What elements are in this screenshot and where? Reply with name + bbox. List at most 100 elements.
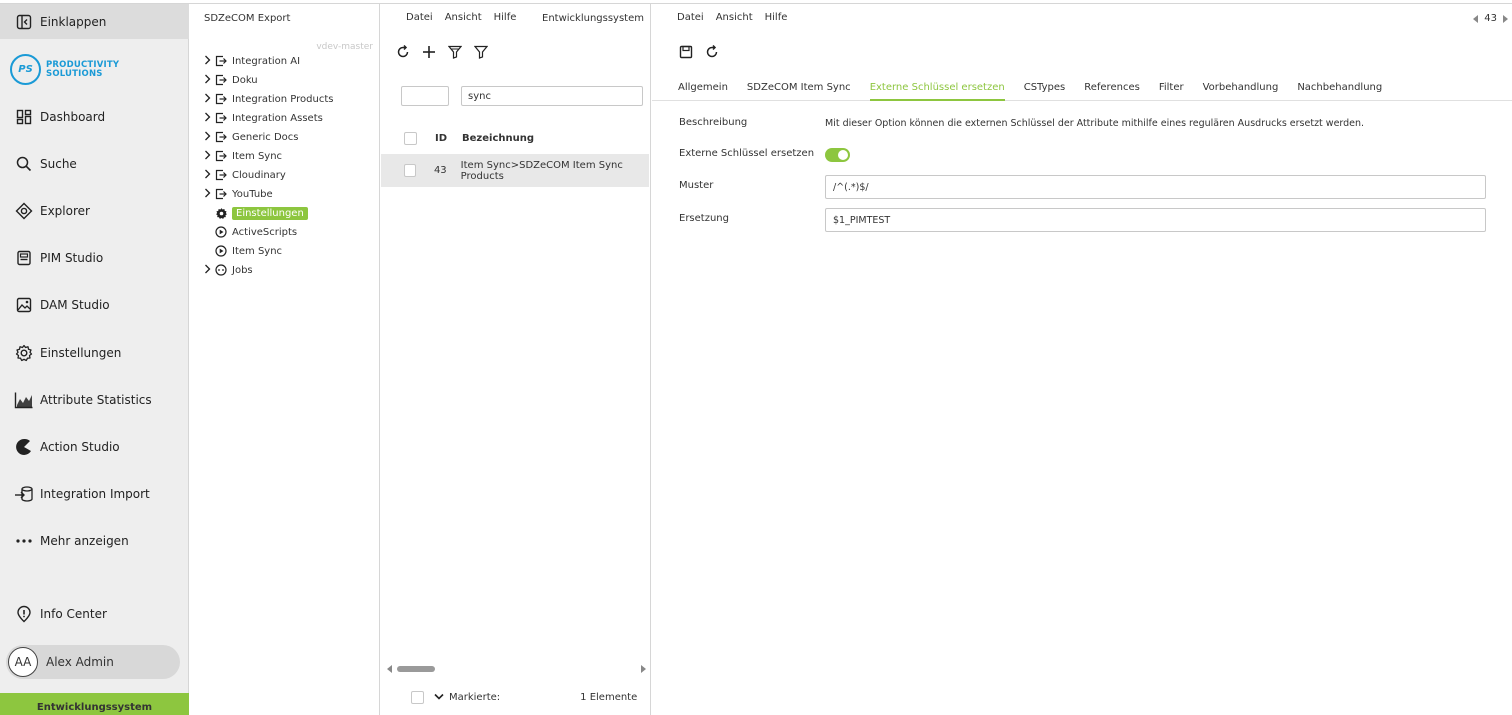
tree-item[interactable]: Einstellungen — [204, 204, 308, 222]
row-id: 43 — [433, 165, 447, 176]
chevron-right-icon[interactable] — [204, 93, 214, 106]
table-row[interactable]: 43 Item Sync>SDZeCOM Item Sync Products — [381, 154, 649, 187]
select-all-checkbox[interactable] — [404, 131, 417, 145]
collapse-button[interactable]: Einklappen — [0, 4, 189, 39]
externe-schluessel-toggle[interactable] — [825, 148, 850, 162]
tree-item[interactable]: Doku — [204, 71, 258, 89]
footer-count: 1 Elemente — [580, 691, 638, 703]
chevron-down-icon[interactable] — [434, 693, 444, 701]
refresh-icon[interactable] — [395, 44, 411, 60]
tab-cstypes[interactable]: CSTypes — [1024, 74, 1066, 101]
list-panel: Datei Ansicht Hilfe Entwicklungssystem I… — [381, 4, 651, 715]
menu-hilfe[interactable]: Hilfe — [494, 12, 517, 23]
nav-label-attribute-statistics: Attribute Statistics — [40, 393, 152, 407]
tree-item[interactable]: Integration Assets — [204, 109, 323, 127]
tree-item[interactable]: YouTube — [204, 185, 273, 203]
chevron-right-icon[interactable] — [204, 74, 214, 87]
tree-item[interactable]: Item Sync — [204, 147, 282, 165]
user-menu[interactable]: AA Alex Admin — [6, 645, 180, 679]
menu-datei[interactable]: Datei — [677, 12, 704, 23]
tab-references[interactable]: References — [1084, 74, 1140, 101]
muster-input[interactable] — [825, 175, 1486, 199]
tree-item[interactable]: Item Sync — [204, 242, 282, 260]
nav-item-integration-import[interactable]: Integration Import — [0, 478, 189, 510]
tab-filter[interactable]: Filter — [1159, 74, 1184, 101]
filter-icon[interactable] — [473, 44, 489, 60]
nav-item-dam-studio[interactable]: DAM Studio — [0, 289, 189, 321]
import-icon — [14, 484, 34, 504]
tree-item-label: Einstellungen — [232, 206, 308, 220]
horizontal-scrollbar[interactable] — [387, 664, 649, 674]
footer-checkbox[interactable] — [411, 690, 424, 704]
nav-item-explorer[interactable]: Explorer — [0, 195, 189, 227]
tab-allgemein[interactable]: Allgemein — [678, 74, 728, 101]
nav-label-action-studio: Action Studio — [40, 440, 120, 454]
nav-label-einstellungen: Einstellungen — [40, 346, 122, 360]
nav-item-attribute-statistics[interactable]: Attribute Statistics — [0, 384, 189, 416]
search-input[interactable] — [461, 86, 643, 106]
tab-nachbehandlung[interactable]: Nachbehandlung — [1297, 74, 1382, 101]
folder-export-icon — [214, 168, 228, 182]
toggle-label: Externe Schlüssel ersetzen — [679, 148, 815, 159]
row-checkbox[interactable] — [404, 164, 416, 177]
tree-item[interactable]: Jobs — [204, 261, 253, 279]
detail-toolbar — [678, 44, 720, 60]
chevron-right-icon[interactable] — [204, 264, 214, 277]
logo[interactable]: PS PRODUCTIVITY SOLUTIONS — [10, 54, 119, 85]
tree-item[interactable]: Cloudinary — [204, 166, 286, 184]
nav-item-action-studio[interactable]: Action Studio — [0, 431, 189, 463]
list-toolbar — [395, 44, 489, 60]
tree-item-label: Integration Products — [232, 93, 334, 105]
nav-item-info-center[interactable]: Info Center — [0, 598, 189, 630]
folder-export-icon — [214, 149, 228, 163]
nav-item-pim-studio[interactable]: PIM Studio — [0, 242, 189, 274]
id-filter-input[interactable] — [401, 86, 449, 106]
reload-icon[interactable] — [704, 44, 720, 60]
menu-ansicht[interactable]: Ansicht — [445, 12, 482, 23]
tree-item[interactable]: ActiveScripts — [204, 223, 297, 241]
scroll-right-icon[interactable] — [641, 665, 647, 673]
main-navigation: Einklappen PS PRODUCTIVITY SOLUTIONS Das… — [0, 4, 189, 715]
ersetzung-input[interactable] — [825, 208, 1486, 232]
nav-item-dashboard[interactable]: Dashboard — [0, 101, 189, 133]
chevron-right-icon[interactable] — [204, 131, 214, 144]
tab-externe-schluessel-ersetzen[interactable]: Externe Schlüssel ersetzen — [869, 74, 1005, 101]
chevron-right-icon[interactable] — [204, 150, 214, 163]
folder-export-icon — [214, 92, 228, 106]
next-record-icon[interactable] — [1503, 14, 1508, 23]
environment-label: Entwicklungssystem — [542, 13, 644, 24]
menu-ansicht[interactable]: Ansicht — [716, 12, 753, 23]
add-icon[interactable] — [421, 44, 437, 60]
tab-sdzecom-item-sync[interactable]: SDZeCOM Item Sync — [747, 74, 851, 101]
scrollbar-thumb[interactable] — [397, 666, 435, 672]
filter-clear-icon[interactable] — [447, 44, 463, 60]
row-name: Item Sync>SDZeCOM Item Sync Products — [460, 159, 623, 182]
nav-item-einstellungen[interactable]: Einstellungen — [0, 337, 189, 369]
chevron-right-icon[interactable] — [204, 112, 214, 125]
scroll-left-icon[interactable] — [387, 665, 393, 673]
column-bezeichnung[interactable]: Bezeichnung — [462, 133, 534, 144]
chevron-right-icon[interactable] — [204, 188, 214, 201]
tree-item[interactable]: Generic Docs — [204, 128, 298, 146]
save-icon[interactable] — [678, 44, 694, 60]
tree-item[interactable]: Integration AI — [204, 52, 300, 70]
user-name: Alex Admin — [46, 655, 114, 669]
nav-label-dashboard: Dashboard — [40, 110, 106, 124]
folder-export-icon — [214, 111, 228, 125]
menu-datei[interactable]: Datei — [406, 12, 433, 23]
nav-item-mehr-anzeigen[interactable]: Mehr anzeigen — [0, 525, 189, 557]
nav-label-info-center: Info Center — [40, 607, 107, 621]
nav-label-explorer: Explorer — [40, 204, 90, 218]
collapse-icon — [16, 14, 32, 29]
folder-export-icon — [214, 187, 228, 201]
chevron-right-icon[interactable] — [204, 55, 214, 68]
chevron-right-icon[interactable] — [204, 169, 214, 182]
jobs-icon — [214, 263, 228, 277]
column-id[interactable]: ID — [435, 133, 447, 144]
previous-record-icon[interactable] — [1473, 14, 1479, 23]
nav-item-suche[interactable]: Suche — [0, 148, 189, 180]
tree-item[interactable]: Integration Products — [204, 90, 333, 108]
explorer-icon — [14, 201, 34, 221]
menu-hilfe[interactable]: Hilfe — [765, 12, 788, 23]
tab-vorbehandlung[interactable]: Vorbehandlung — [1203, 74, 1279, 101]
